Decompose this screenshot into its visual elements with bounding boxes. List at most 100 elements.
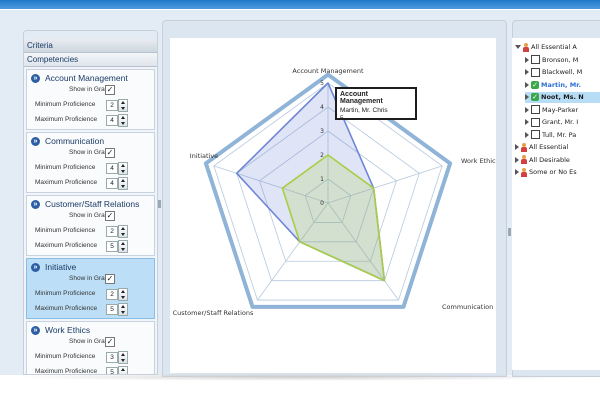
- checked-icon[interactable]: ✓: [531, 93, 539, 101]
- employee-checkbox[interactable]: [531, 117, 540, 127]
- expand-arrow-icon[interactable]: [525, 69, 529, 75]
- group-node[interactable]: All Desirable: [515, 155, 600, 166]
- employee-node[interactable]: ✓ Martin, Mr.: [525, 80, 600, 91]
- min-proficience-input[interactable]: 4: [106, 163, 118, 174]
- max-proficience-stepper[interactable]: [118, 303, 128, 316]
- min-proficience-stepper[interactable]: [118, 99, 128, 112]
- show-in-graph-checkbox[interactable]: ✓: [105, 337, 115, 347]
- employee-tree: All Essential A Bronson, M Blackwell, M ✓ Ma…: [512, 38, 600, 370]
- tooltip-value: 5: [340, 115, 344, 122]
- expand-arrow-icon[interactable]: [525, 119, 529, 125]
- employee-node[interactable]: Bronson, M: [525, 55, 600, 66]
- max-proficience-input[interactable]: 4: [106, 115, 118, 126]
- competency-item[interactable]: » Communication Show in Graph ✓ Minimum Prof…: [26, 132, 155, 193]
- radar-chart: 0 1 2 3 4 5 Account Management Work Ethics Commu…: [173, 67, 496, 317]
- min-proficience-stepper[interactable]: [118, 288, 128, 301]
- competency-item[interactable]: » Initiative Show in Graph ✓ Minimum Profici…: [26, 258, 155, 319]
- competency-item[interactable]: » Account Management Show in Graph ✓ Minimum…: [26, 69, 155, 130]
- show-in-graph-checkbox[interactable]: ✓: [105, 274, 115, 284]
- expand-icon[interactable]: »: [31, 74, 40, 83]
- min-proficience-label: Minimum Proficience: [35, 101, 96, 108]
- left-splitter-handle[interactable]: [158, 200, 161, 208]
- employee-checkbox[interactable]: [531, 130, 540, 139]
- employee-node[interactable]: May-Parker: [525, 105, 600, 116]
- right-splitter-handle[interactable]: [508, 228, 511, 236]
- person-icon: [521, 155, 527, 164]
- employee-checkbox[interactable]: [531, 105, 540, 114]
- min-proficience-input[interactable]: 2: [106, 289, 118, 300]
- employee-node[interactable]: ✓ Noot, Ms. N: [525, 92, 600, 103]
- max-proficience-input[interactable]: 5: [106, 241, 118, 252]
- competencies-header[interactable]: Competencies: [24, 53, 157, 67]
- person-icon: [521, 167, 527, 177]
- top-bar: [0, 0, 600, 9]
- node-label: All Desirable: [529, 155, 570, 164]
- expand-arrow-icon[interactable]: [525, 131, 529, 138]
- expand-icon[interactable]: »: [31, 263, 40, 272]
- expand-arrow-icon[interactable]: [515, 169, 519, 175]
- min-proficience-stepper[interactable]: [118, 225, 128, 238]
- bottom-shadow: [10, 373, 590, 381]
- min-proficience-input[interactable]: 2: [106, 226, 118, 237]
- node-label: Bronson, M: [542, 55, 579, 64]
- node-label: Grant, Mr. I: [542, 118, 579, 126]
- competency-item[interactable]: » Customer/Staff Relations Show in Graph ✓ M…: [26, 195, 155, 256]
- node-label: Some or No Es: [529, 168, 577, 176]
- tick-label: 2: [320, 152, 324, 159]
- employee-checkbox[interactable]: [531, 67, 540, 77]
- competency-item[interactable]: » Work Ethics Show in Graph ✓ Minimum Profic…: [26, 321, 155, 374]
- expand-arrow-icon[interactable]: [525, 106, 529, 113]
- competency-title: Customer/Staff Relations: [45, 199, 140, 209]
- node-label: All Essential: [529, 143, 569, 151]
- max-proficience-stepper[interactable]: [118, 177, 128, 190]
- max-proficience-stepper[interactable]: [118, 114, 128, 127]
- expand-arrow-icon[interactable]: [525, 56, 529, 63]
- expand-icon[interactable]: »: [31, 200, 40, 209]
- axis-label: Customer/Staff Relations: [173, 309, 254, 317]
- expand-arrow-icon[interactable]: [525, 94, 529, 100]
- group-node[interactable]: All Essential A: [515, 42, 600, 53]
- group-node[interactable]: Some or No Es: [515, 167, 600, 178]
- max-proficience-input[interactable]: 4: [106, 178, 118, 189]
- expand-arrow-icon[interactable]: [525, 81, 529, 88]
- employee-checkbox[interactable]: [531, 55, 540, 64]
- collapse-arrow-icon[interactable]: [515, 45, 521, 49]
- min-proficience-input[interactable]: 2: [106, 100, 118, 111]
- employee-node[interactable]: Grant, Mr. I: [525, 117, 600, 128]
- axis-label: Communication: [442, 303, 493, 311]
- min-proficience-stepper[interactable]: [118, 351, 128, 364]
- max-proficience-input[interactable]: 5: [106, 304, 118, 315]
- node-label: Noot, Ms. N: [541, 93, 584, 101]
- tick-label: 5: [320, 80, 324, 87]
- group-node[interactable]: All Essential: [515, 142, 600, 153]
- employee-node[interactable]: Tull, Mr. Pa: [525, 130, 600, 141]
- tick-label: 1: [320, 176, 324, 183]
- expand-icon[interactable]: »: [31, 137, 40, 146]
- max-proficience-stepper[interactable]: [118, 240, 128, 253]
- checked-icon[interactable]: ✓: [531, 80, 539, 89]
- node-label: Tull, Mr. Pa: [542, 130, 577, 139]
- competency-title: Account Management: [45, 73, 128, 83]
- person-icon: [521, 142, 527, 152]
- chart-tooltip: Account Management Martin, Mr. Chris 5: [335, 87, 417, 122]
- node-label: All Essential A: [531, 43, 577, 51]
- tooltip-name: Martin, Mr. Chris: [340, 107, 388, 114]
- criteria-panel: Criteria Competencies » Account Managemen…: [23, 30, 158, 375]
- expand-arrow-icon[interactable]: [515, 156, 519, 163]
- expand-icon[interactable]: »: [31, 326, 40, 335]
- axis-label: Account Management: [292, 67, 364, 75]
- min-proficience-label: Minimum Proficience: [35, 353, 96, 360]
- max-proficience-label: Maximum Proficience: [35, 305, 98, 312]
- show-in-graph-checkbox[interactable]: ✓: [105, 148, 115, 158]
- show-in-graph-checkbox[interactable]: ✓: [105, 211, 115, 221]
- show-in-graph-checkbox[interactable]: ✓: [105, 85, 115, 95]
- competency-title: Communication: [45, 136, 105, 146]
- min-proficience-input[interactable]: 3: [106, 352, 118, 363]
- min-proficience-label: Minimum Proficience: [35, 290, 96, 297]
- employee-node[interactable]: Blackwell, M: [525, 67, 600, 78]
- min-proficience-stepper[interactable]: [118, 162, 128, 175]
- tooltip-title: Account Management: [340, 91, 383, 105]
- min-proficience-label: Minimum Proficience: [35, 164, 96, 171]
- criteria-header[interactable]: Criteria: [24, 39, 157, 53]
- expand-arrow-icon[interactable]: [515, 144, 519, 150]
